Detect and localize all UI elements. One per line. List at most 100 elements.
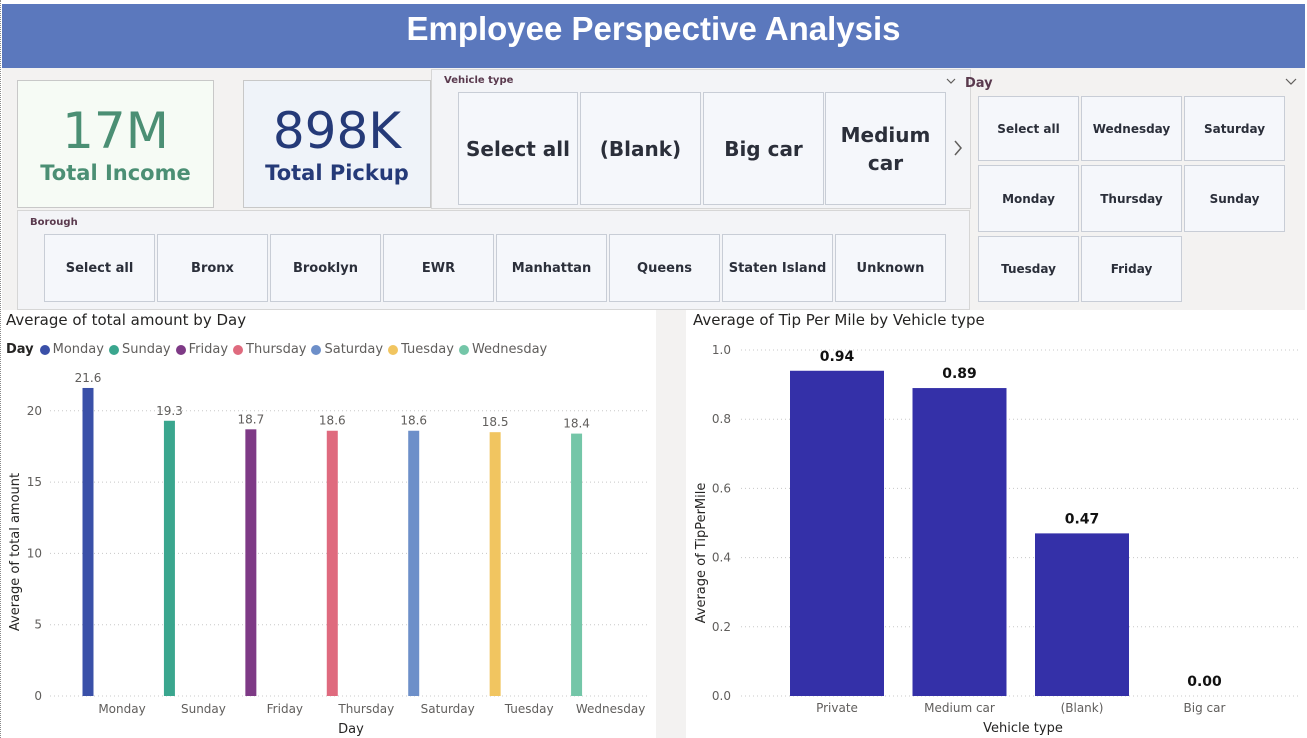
total-income-card: 17M Total Income: [17, 80, 214, 208]
x-axis-title: Vehicle type: [983, 721, 1063, 736]
total-pickup-card: 898K Total Pickup: [243, 80, 431, 208]
day-option-friday[interactable]: Friday: [1081, 236, 1182, 302]
total-pickup-label: Total Pickup: [265, 161, 409, 185]
legend-item-saturday[interactable]: Saturday: [311, 342, 383, 357]
data-label-thursday: 18.6: [319, 414, 346, 428]
data-label-monday: 21.6: [75, 371, 102, 385]
chart-divider: [656, 310, 686, 738]
x-tick-label-private: Private: [816, 701, 858, 715]
legend-item-friday[interactable]: Friday: [175, 342, 229, 357]
borough-option-brooklyn[interactable]: Brooklyn: [270, 234, 381, 302]
y-tick-label-5: 5: [34, 618, 42, 632]
borough-option-bronx[interactable]: Bronx: [157, 234, 268, 302]
day-slicer-title: Day: [965, 76, 993, 91]
y-tick-label-10: 10: [27, 546, 42, 560]
day-option-tuesday[interactable]: Tuesday: [978, 236, 1079, 302]
legend-item-sunday[interactable]: Sunday: [108, 342, 171, 357]
data-label-friday: 18.7: [237, 412, 264, 426]
legend-label-saturday: Saturday: [324, 342, 384, 357]
legend-label-tuesday: Tuesday: [401, 342, 454, 357]
legend-dot-sunday: [108, 344, 119, 355]
data-label-saturday: 18.6: [400, 414, 427, 428]
x-tick-label-tuesday: Tuesday: [504, 702, 554, 716]
x-tick-label-blank: (Blank): [1061, 701, 1104, 715]
bar-friday: [245, 429, 257, 696]
day-option-wednesday[interactable]: Wednesday: [1081, 96, 1182, 161]
x-tick-label-saturday: Saturday: [421, 702, 475, 716]
legend-dot-thursday: [233, 344, 244, 355]
borough-slicer-title: Borough: [30, 217, 78, 228]
page-title: Employee Perspective Analysis: [406, 10, 901, 47]
data-label-blank: 0.47: [1065, 511, 1100, 527]
legend-item-thursday[interactable]: Thursday: [233, 342, 306, 357]
day-option-thursday[interactable]: Thursday: [1081, 165, 1182, 232]
vehicle-type-chevron-down-icon[interactable]: [946, 76, 956, 86]
day-option-saturday[interactable]: Saturday: [1184, 96, 1285, 161]
tip-per-mile-chart-title: Average of Tip Per Mile by Vehicle type: [693, 311, 985, 329]
legend-item-monday[interactable]: Monday: [39, 342, 104, 357]
data-label-wednesday: 18.4: [563, 417, 590, 431]
data-label-tuesday: 18.5: [482, 415, 509, 429]
y-tick-label-15: 15: [27, 475, 42, 489]
legend-label-thursday: Thursday: [246, 342, 307, 357]
vehicle-option-big-car[interactable]: Big car: [703, 92, 824, 205]
y-axis-title: Average of TipPerMile: [694, 483, 709, 624]
vehicle-option-medium-car[interactable]: Medium car: [825, 92, 946, 205]
legend-dot-monday: [39, 344, 50, 355]
tip-per-mile-by-vehicle-chart: 0.0 0.2 0.4 0.6 0.8 1.0 0.94 Private 0.89 Medium …: [694, 343, 1301, 736]
total-income-value: 17M: [62, 102, 169, 160]
data-label-big-car: 0.00: [1187, 674, 1222, 690]
day-option-select-all[interactable]: Select all: [978, 96, 1079, 161]
y-tick-label-1-0: 1.0: [712, 343, 731, 357]
bar-saturday: [408, 430, 420, 696]
vehicle-option-blank[interactable]: (Blank): [580, 92, 701, 205]
y-tick-label-0-4: 0.4: [712, 551, 731, 565]
legend-item-tuesday[interactable]: Tuesday: [388, 342, 454, 357]
borough-option-select-all[interactable]: Select all: [44, 234, 155, 302]
x-tick-label-monday: Monday: [98, 702, 145, 716]
borough-option-staten-island[interactable]: Staten Island: [722, 234, 833, 302]
bar-blank: [1035, 533, 1129, 696]
x-axis-title: Day: [338, 722, 364, 737]
legend-dot-tuesday: [388, 344, 399, 355]
y-tick-label-0-0: 0.0: [712, 689, 731, 703]
legend-label-friday: Friday: [188, 342, 229, 357]
legend-dot-friday: [175, 344, 186, 355]
legend-items: Monday Sunday Friday Thursday Saturday Tuesda…: [39, 342, 553, 357]
borough-option-manhattan[interactable]: Manhattan: [496, 234, 607, 302]
vehicle-option-select-all[interactable]: Select all: [458, 92, 578, 205]
x-tick-label-friday: Friday: [267, 702, 303, 716]
legend-label-sunday: Sunday: [121, 342, 171, 357]
y-tick-label-0-2: 0.2: [712, 620, 731, 634]
legend-label-monday: Monday: [52, 342, 104, 357]
bar-tuesday: [489, 432, 501, 696]
day-option-monday[interactable]: Monday: [978, 165, 1079, 232]
x-tick-label-medium-car: Medium car: [924, 701, 995, 715]
vehicle-type-slicer-title: Vehicle type: [444, 75, 514, 86]
legend-item-wednesday[interactable]: Wednesday: [458, 342, 548, 357]
bar-thursday: [326, 430, 338, 696]
borough-option-ewr[interactable]: EWR: [383, 234, 494, 302]
chevron-right-icon[interactable]: [952, 139, 964, 157]
data-label-medium-car: 0.89: [942, 366, 977, 382]
x-tick-label-wednesday: Wednesday: [576, 702, 645, 716]
report-header: Employee Perspective Analysis: [2, 4, 1305, 68]
legend-label-wednesday: Wednesday: [471, 342, 548, 357]
bar-monday: [82, 387, 94, 696]
data-label-private: 0.94: [820, 349, 855, 365]
total-amount-chart-title: Average of total amount by Day: [6, 311, 247, 329]
legend-title: Day: [6, 342, 34, 357]
total-pickup-value: 898K: [272, 102, 402, 160]
borough-option-queens[interactable]: Queens: [609, 234, 720, 302]
total-amount-by-day-chart: 0 5 10 15 20 21.6 Monday 19.3 Sunday 18.7 Friday 18…: [8, 371, 650, 737]
y-tick-label-0: 0: [34, 689, 42, 703]
borough-option-unknown[interactable]: Unknown: [835, 234, 946, 302]
y-tick-label-0-6: 0.6: [712, 481, 731, 495]
day-option-sunday[interactable]: Sunday: [1184, 165, 1285, 232]
legend-dot-wednesday: [458, 344, 469, 355]
day-chevron-down-icon[interactable]: [1285, 76, 1297, 86]
y-tick-label-0-8: 0.8: [712, 412, 731, 426]
bar-private: [790, 370, 884, 696]
bar-medium-car: [912, 388, 1007, 696]
legend-dot-saturday: [311, 344, 322, 355]
